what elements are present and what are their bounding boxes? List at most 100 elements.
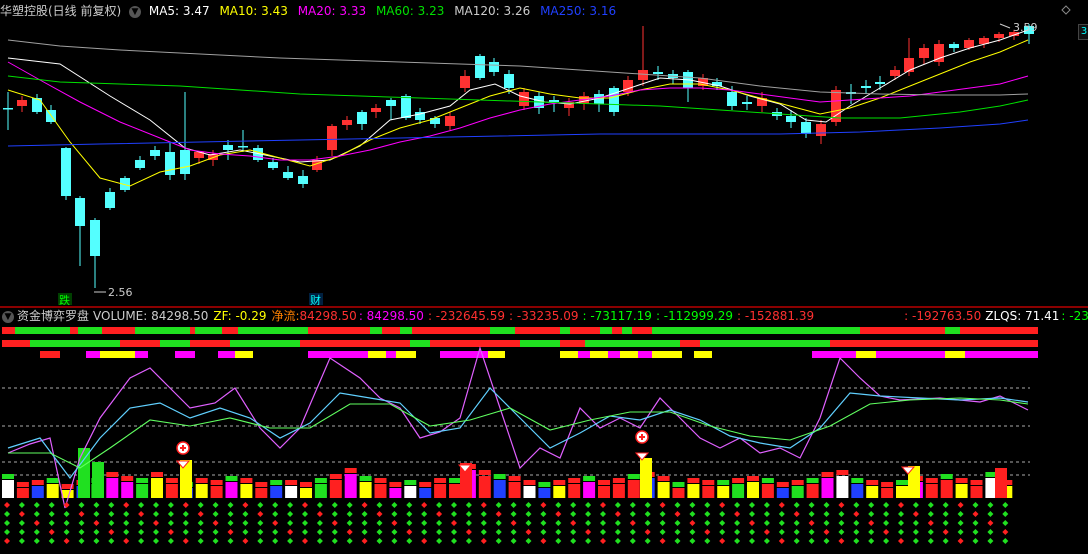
indicator-dot [48,529,55,535]
signal-band-segment [400,327,412,334]
dropdown-icon[interactable]: ▼ [129,5,142,18]
candle-body [949,44,959,48]
stock-title[interactable]: 华塑控股(日线 前复权) [0,4,121,18]
candle-body [386,100,396,106]
indicator-dot [942,538,949,544]
indicator-dot [778,502,785,508]
indicator-dot [242,529,249,535]
indicator-bar [955,484,968,498]
indicator-dot [749,520,755,526]
signal-band-segment [382,327,400,334]
indicator-dot [451,520,457,526]
indicator-bar [568,484,581,498]
indicator-bar-cap [31,480,44,485]
signal-band-segment [235,351,253,358]
indicator-bar-cap [46,478,59,483]
ma5-line [7,29,1029,163]
indicator-dot [614,538,621,544]
indicator-dot [272,538,279,544]
indicator-dot [197,511,204,517]
indicator-dot [719,520,726,526]
indicator-dot [912,520,919,526]
indicator-dot [242,538,249,544]
signal-band-segment [222,327,238,334]
signal-band-segment [195,327,222,334]
indicator-dot [257,511,264,517]
candlestick-chart[interactable]: 2.56 3.59 跌 财 [0,0,1088,305]
indicator-bar [359,482,372,498]
indicator-dot [957,502,964,508]
indicator-dot [942,529,949,535]
indicator-bar [210,486,223,498]
indicator-dot [302,511,308,517]
indicator-bar [776,488,789,498]
indicator-dot [108,529,115,535]
indicator-dot [465,538,472,544]
indicator-dot [123,538,130,544]
indicator-bar-cap [776,482,789,487]
indicator-dot [749,529,755,535]
indicator-bar [940,480,953,498]
candle-body [994,34,1004,38]
indicator-dot [763,538,770,544]
indicator-line-cyan [7,387,1029,479]
indicator-dot [346,520,353,526]
indicator-dot [212,511,219,517]
indicator-dot [689,520,696,526]
indicator-dot [808,520,815,526]
indicator-bar-highlight [92,462,104,498]
indicator-dot [465,520,472,526]
candlesticks [3,24,1034,288]
signal-band-segment [230,340,300,347]
indicator-dot [719,511,726,517]
candle-body [180,150,190,174]
indicator-dot [525,502,532,508]
indicator-dot [376,511,383,517]
indicator-dot [853,538,860,544]
candle-body [17,100,27,106]
indicator-dot [212,502,219,508]
signal-icons [175,430,916,475]
indicator-bar [732,484,745,498]
indicator-dot [93,502,100,508]
indicator-dot [63,529,70,535]
high-price-label: 3.59 [1013,21,1038,34]
signal-band-segment [2,340,30,347]
event-marker-fall[interactable]: 跌 [59,293,70,305]
candle-body [801,122,811,134]
indicator-dot [689,502,696,508]
signal-band-segment [386,351,396,358]
candle-body [816,124,826,136]
indicator-dot [883,511,890,517]
indicator-dot [167,538,174,544]
indicator-dot [838,520,845,526]
indicator-bar [896,486,908,498]
indicator-dot [93,520,100,526]
indicator-dot [823,502,830,508]
candle-body [298,176,308,184]
indicator-dot [257,538,264,544]
indicator-dot [555,511,562,517]
indicator-bar-cap [449,478,461,483]
indicator-dot [942,502,949,508]
right-scale-button[interactable]: 3 [1078,24,1088,40]
indicator-dot [912,511,919,517]
indicator-chart[interactable] [0,308,1088,554]
candle-body [238,146,248,148]
indicator-dot [153,529,159,535]
indicator-dot [823,529,830,535]
indicator-dot [287,538,294,544]
indicator-bar [925,484,938,498]
indicator-name[interactable]: 资金博弈罗盘 [17,309,89,323]
indicator-bar [791,486,804,498]
signal-band-segment [632,327,652,334]
indicator-bar-cap [866,480,879,485]
indicator-dot [138,511,145,517]
event-marker-financial[interactable]: 财 [310,293,321,305]
indicator-dot [585,502,592,508]
indicator-dot [674,520,681,526]
indicator-dot [600,502,606,508]
candle-body [460,76,470,88]
candle-body [875,82,885,84]
indicator-dropdown-icon[interactable]: ▼ [2,310,14,323]
